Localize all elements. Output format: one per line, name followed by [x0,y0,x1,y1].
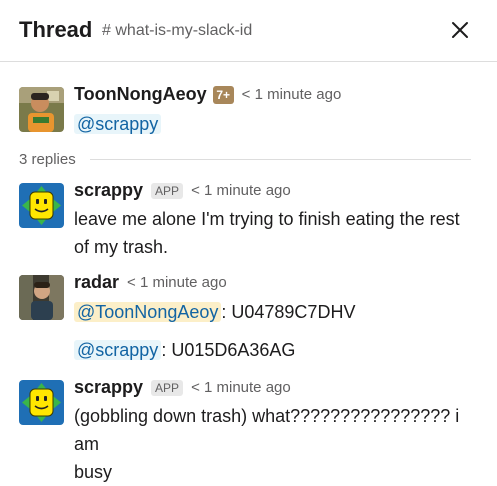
author-name[interactable]: ToonNongAeoy [74,84,207,105]
message-line: (gobbling down trash) what??????????????… [74,406,460,454]
timestamp[interactable]: < 1 minute ago [191,379,291,396]
author-name[interactable]: scrappy [74,377,143,398]
timestamp[interactable]: < 1 minute ago [127,274,227,291]
message-text: @ToonNongAeoy: U04789C7DHV @scrappy: U01… [74,298,484,364]
message-line: busy [74,462,113,482]
app-badge: APP [151,379,184,396]
message-line: of my trash. [74,237,169,257]
channel-link[interactable]: # what-is-my-slack-id [102,22,252,40]
user-mention[interactable]: @ToonNongAeoy [74,302,222,322]
replies-divider: 3 replies [19,147,471,171]
divider-line [89,158,471,160]
close-icon[interactable] [449,19,471,41]
avatar[interactable] [19,380,64,425]
replies-count: 3 replies [19,150,76,168]
avatar[interactable] [19,275,64,320]
user-id-text: : U015D6A36AG [161,340,296,360]
thread-title: Thread [19,17,93,42]
avatar[interactable] [19,183,64,228]
author-name[interactable]: radar [74,272,119,293]
message-line: leave me alone I'm trying to finish eati… [74,209,460,229]
author-name[interactable]: scrappy [74,180,143,201]
message-text: leave me alone I'm trying to finish eati… [74,205,484,261]
avatar[interactable] [19,87,64,132]
user-mention[interactable]: @scrappy [74,340,162,360]
emoji-badge: 7+ [212,85,234,104]
message-text: (gobbling down trash) what??????????????… [74,402,484,486]
channel-hash: # [102,22,111,39]
channel-name: what-is-my-slack-id [115,22,253,39]
thread-header: Thread # what-is-my-slack-id [0,0,497,62]
timestamp[interactable]: < 1 minute ago [242,86,342,103]
timestamp[interactable]: < 1 minute ago [191,182,291,199]
user-mention[interactable]: @scrappy [74,114,162,134]
message-line: @ToonNongAeoy: U04789C7DHV [74,298,484,326]
user-id-text: : U04789C7DHV [221,302,356,322]
message-line: @scrappy: U015D6A36AG [74,336,484,364]
app-badge: APP [151,182,184,199]
